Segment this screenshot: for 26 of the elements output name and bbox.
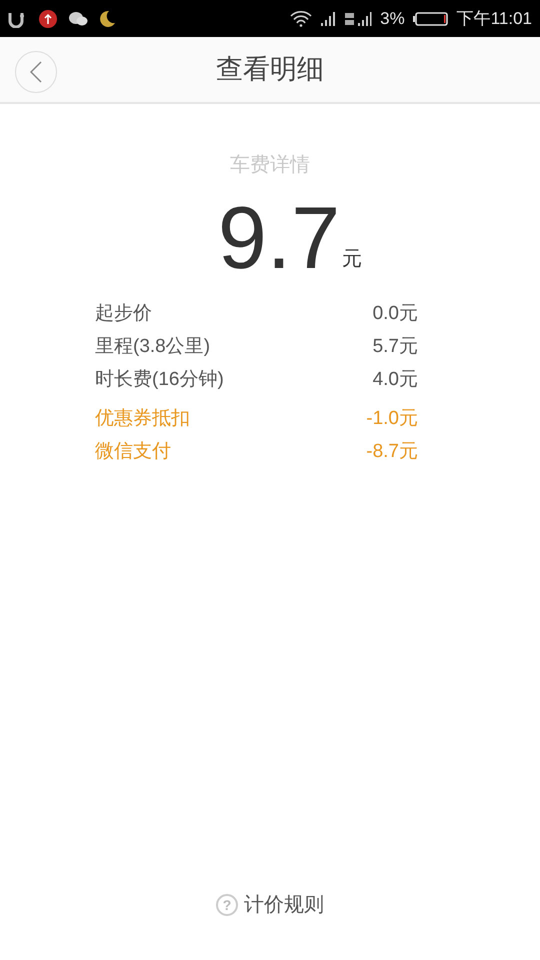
item-label: 时长费(16分钟) [95, 368, 224, 392]
item-label: 里程(3.8公里) [95, 335, 210, 360]
pricing-rules-link[interactable]: ? 计价规则 [216, 890, 324, 920]
item-value: -1.0元 [366, 407, 418, 432]
item-value: 0.0元 [372, 302, 418, 326]
wifi-icon [290, 10, 312, 26]
signal-icon [344, 10, 372, 26]
item-label: 起步价 [95, 302, 152, 326]
item-value: 5.7元 [372, 335, 418, 360]
clock-time: 下午11:01 [456, 8, 532, 30]
chat-icon [68, 10, 88, 26]
fare-amount: 9.7 [218, 194, 340, 282]
upload-icon [38, 8, 58, 28]
battery-percentage: 3% [380, 8, 405, 30]
back-button[interactable] [15, 51, 57, 93]
item-value: 4.0元 [372, 368, 418, 392]
item-label: 微信支付 [95, 440, 171, 464]
page-title: 查看明细 [216, 53, 324, 86]
moon-icon [98, 10, 116, 28]
back-icon [30, 61, 42, 83]
help-icon: ? [216, 894, 238, 916]
item-value: -8.7元 [366, 440, 418, 464]
signal-icon [320, 10, 336, 26]
item-label: 优惠券抵扣 [95, 407, 190, 432]
battery-icon [412, 10, 449, 26]
currency-unit: 元 [342, 247, 362, 272]
